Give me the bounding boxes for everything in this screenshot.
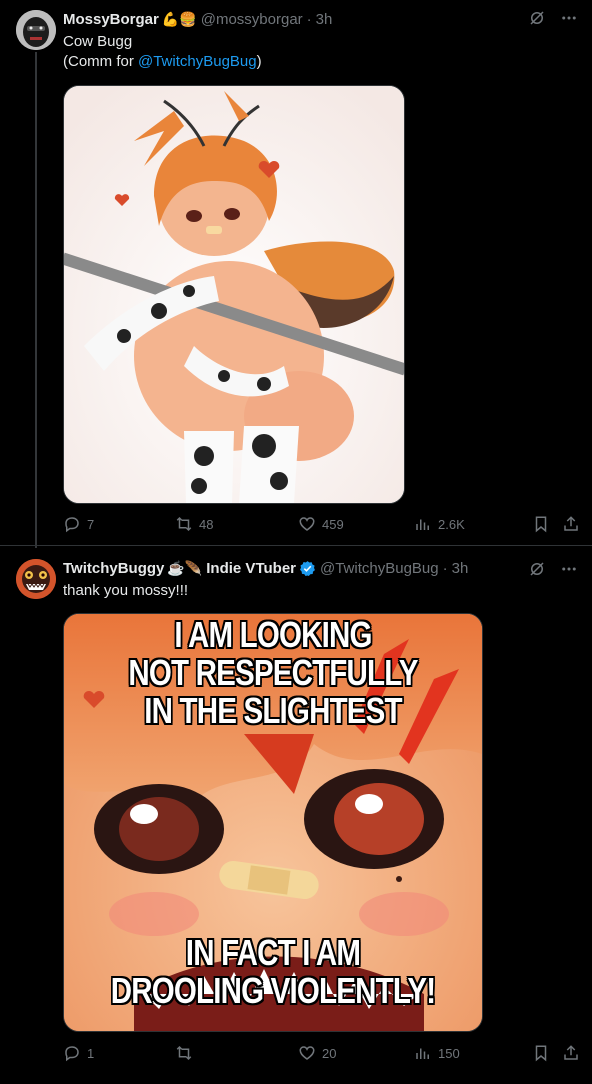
tweet-text-line: thank you mossy!!! — [63, 582, 189, 599]
tweet-image-meme[interactable]: I AM LOOKING NOT RESPECTFULLY IN THE SLI… — [63, 613, 483, 1032]
view-count: 150 — [438, 1045, 460, 1061]
reply-count: 7 — [87, 516, 95, 532]
name-emojis: ☕🪶 — [167, 559, 203, 576]
like-button[interactable]: 459 — [298, 515, 344, 533]
repost-button[interactable]: 48 — [175, 515, 213, 533]
meme-caption-line: IN FACT I AM — [185, 932, 361, 973]
meme-caption-line: NOT RESPECTFULLY — [128, 652, 418, 693]
tweet-text: thank you mossy!!! — [63, 581, 188, 601]
mention-link[interactable]: @TwitchyBugBug — [138, 53, 257, 70]
avatar[interactable] — [16, 559, 56, 599]
meme-caption-bottom: IN FACT I AM DROOLING VIOLENTLY! — [102, 934, 445, 1010]
display-name-suffix[interactable]: Indie VTuber — [206, 560, 296, 577]
text-prefix: (Comm for — [63, 53, 138, 70]
share-button[interactable] — [562, 1044, 580, 1062]
meme-caption-line: I AM LOOKING — [174, 614, 372, 655]
grok-icon[interactable] — [528, 560, 546, 582]
bookmark-button[interactable] — [532, 515, 550, 533]
separator-dot: · — [442, 559, 448, 577]
tweet-twitchybuggy[interactable]: TwitchyBuggy ☕🪶 Indie VTuber @TwitchyBug… — [0, 547, 592, 1084]
tweet-mossyborgar[interactable]: MossyBorgar 💪🍔 @mossyborgar · 3h Cow Bug… — [0, 0, 592, 548]
repost-icon — [176, 516, 192, 532]
meme-caption-line: IN THE SLIGHTEST — [144, 690, 402, 731]
reply-icon — [65, 1046, 79, 1062]
repost-count: 48 — [199, 516, 214, 532]
tweet-top-icons — [528, 560, 578, 582]
separator-dot: · — [306, 10, 312, 28]
meme-caption-top: I AM LOOKING NOT RESPECTFULLY IN THE SLI… — [102, 616, 445, 730]
tweet-actions: 7 48 459 2.6K — [63, 515, 580, 535]
tweet-actions: 1 20 150 — [63, 1044, 580, 1064]
tweet-header: MossyBorgar 💪🍔 @mossyborgar · 3h — [63, 9, 332, 29]
more-icon[interactable] — [560, 560, 578, 582]
views-icon — [416, 1048, 429, 1059]
tweet-text-line: Cow Bugg — [63, 33, 133, 50]
view-count: 2.6K — [438, 516, 465, 532]
repost-button[interactable] — [175, 1044, 199, 1062]
reply-button[interactable]: 7 — [63, 515, 94, 533]
handle[interactable]: @TwitchyBugBug — [320, 560, 439, 577]
grok-icon[interactable] — [528, 9, 546, 31]
bookmark-icon — [535, 516, 547, 533]
name-emojis: 💪🍔 — [161, 10, 197, 27]
tweet-text: Cow Bugg (Comm for @TwitchyBugBug) — [63, 32, 262, 72]
avatar[interactable] — [16, 10, 56, 50]
thread-line — [35, 52, 37, 548]
heart-icon — [299, 517, 315, 531]
like-button[interactable]: 20 — [298, 1044, 336, 1062]
text-suffix: ) — [256, 53, 262, 70]
reply-button[interactable]: 1 — [63, 1044, 94, 1062]
more-icon[interactable] — [560, 9, 578, 31]
handle[interactable]: @mossyborgar — [201, 11, 303, 28]
share-icon — [564, 516, 578, 531]
tweet-top-icons — [528, 9, 578, 31]
share-icon — [564, 1045, 578, 1060]
tweet-text-line: (Comm for @TwitchyBugBug) — [63, 52, 262, 72]
tweet-image[interactable] — [63, 85, 405, 504]
bookmark-button[interactable] — [532, 1044, 550, 1062]
views-button[interactable]: 2.6K — [414, 515, 465, 533]
timestamp[interactable]: 3h — [316, 11, 333, 28]
reply-count: 1 — [87, 1045, 95, 1061]
meme-caption-line: DROOLING VIOLENTLY! — [110, 970, 436, 1011]
bookmark-icon — [535, 1045, 547, 1062]
display-name[interactable]: TwitchyBuggy — [63, 560, 164, 577]
like-count: 20 — [322, 1045, 337, 1061]
tweet-divider — [0, 545, 592, 546]
views-button[interactable]: 150 — [414, 1044, 460, 1062]
timestamp[interactable]: 3h — [452, 560, 469, 577]
display-name[interactable]: MossyBorgar — [63, 11, 159, 28]
like-count: 459 — [322, 516, 344, 532]
share-button[interactable] — [562, 515, 580, 533]
repost-icon — [176, 1045, 192, 1061]
views-icon — [416, 519, 429, 530]
reply-icon — [65, 517, 79, 533]
heart-icon — [299, 1046, 315, 1060]
tweet-header: TwitchyBuggy ☕🪶 Indie VTuber @TwitchyBug… — [63, 558, 468, 578]
verified-badge-icon[interactable] — [299, 560, 316, 577]
